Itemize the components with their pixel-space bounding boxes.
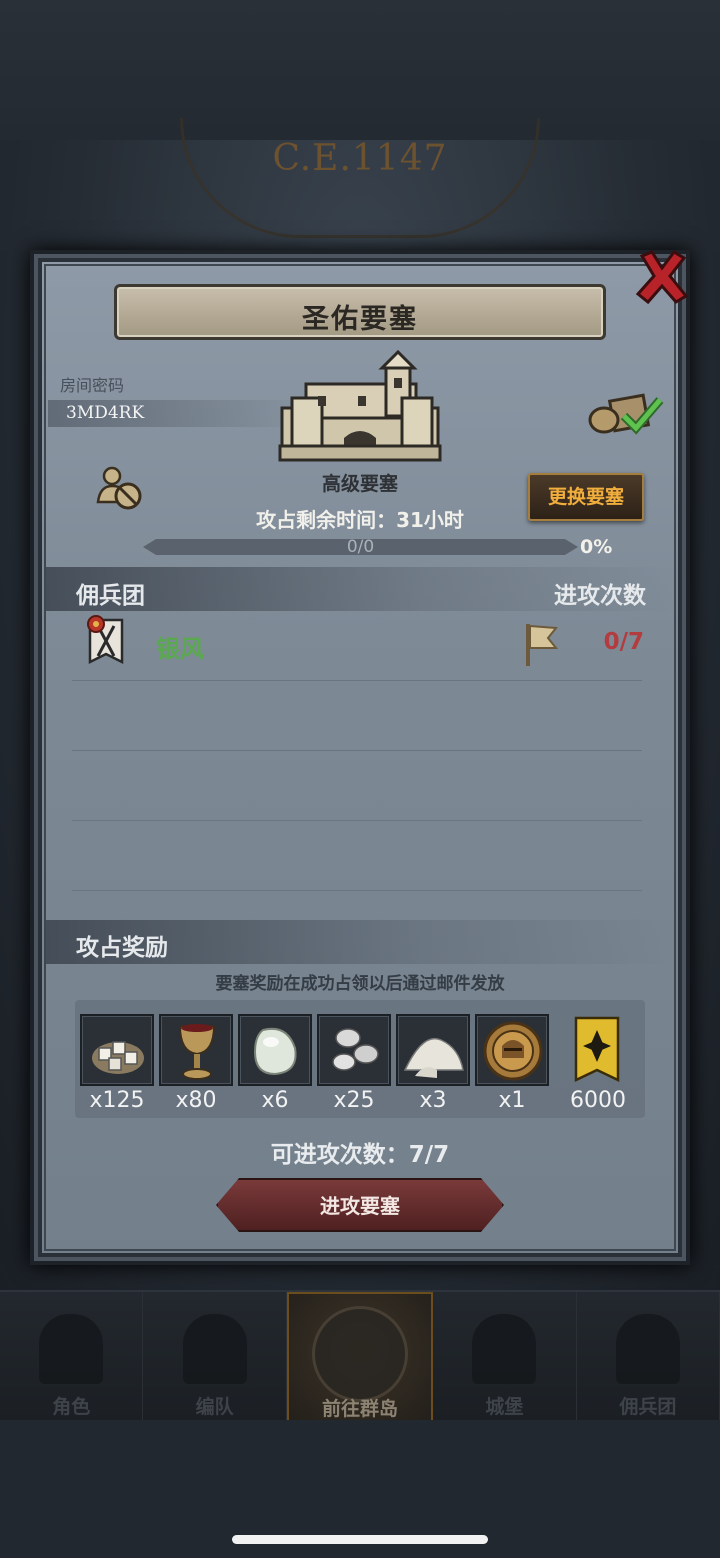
- reward-slot[interactable]: [475, 1014, 549, 1086]
- reward-qty: x80: [175, 1088, 217, 1113]
- reward-qty: x3: [419, 1088, 447, 1113]
- timer-label: 攻占剩余时间：: [256, 508, 397, 532]
- mercenary-name[interactable]: 银风: [156, 629, 204, 664]
- attack-fortress-label: 进攻要塞: [320, 1194, 400, 1218]
- attack-fortress-button[interactable]: 进攻要塞: [216, 1178, 504, 1232]
- remaining-attacks-label: 可进攻次数：: [270, 1142, 409, 1168]
- dialog-title: 圣佑要塞: [302, 304, 418, 335]
- remaining-attacks: 可进攻次数：7/7: [0, 1135, 720, 1169]
- formation-helmet-icon: [182, 1314, 247, 1384]
- sugar-cubes-icon: [92, 1041, 144, 1074]
- room-code-label: 房间密码: [60, 376, 125, 395]
- reward-qty: x25: [333, 1088, 375, 1113]
- nav-label: 城堡: [485, 1396, 524, 1418]
- home-indicator[interactable]: [232, 1535, 488, 1544]
- reward-slot[interactable]: [317, 1014, 391, 1086]
- reward-qty: x125: [89, 1088, 145, 1113]
- knight-icon: [39, 1314, 104, 1384]
- goblet-icon: [178, 1024, 216, 1080]
- reward-qty: x6: [261, 1088, 289, 1113]
- nav-label: 前往群岛: [322, 1398, 399, 1420]
- nav-item-islands[interactable]: 前往群岛: [286, 1292, 434, 1422]
- mercenary-banner-icon: [615, 1314, 680, 1384]
- reward-slot[interactable]: [572, 1016, 622, 1090]
- bottom-nav: 角色 编队 前往群岛 城堡 佣兵团: [0, 1290, 720, 1422]
- rewards-note: 要塞奖励在成功占领以后通过邮件发放: [215, 974, 505, 994]
- hide-member-icon[interactable]: [96, 466, 144, 512]
- fortress-castle-icon: [278, 349, 442, 462]
- supplies-checked-icon[interactable]: [584, 390, 664, 436]
- moonstone-icon: [253, 1027, 297, 1076]
- nav-label: 编队: [195, 1396, 234, 1418]
- list-divider: [72, 750, 642, 751]
- honor-banner-icon: [574, 1016, 620, 1082]
- mercenary-crest-icon: [87, 615, 124, 665]
- nav-label: 角色: [52, 1396, 91, 1418]
- nav-item-castle[interactable]: 城堡: [433, 1292, 577, 1422]
- rewards-header: 攻占奖励: [76, 935, 168, 961]
- nav-item-mercenary[interactable]: 佣兵团: [577, 1292, 720, 1422]
- change-fortress-label: 更换要塞: [547, 486, 624, 508]
- reward-slot[interactable]: [159, 1014, 233, 1086]
- close-icon[interactable]: [634, 248, 690, 306]
- salt-pile-icon: [403, 1037, 464, 1078]
- reward-qty: 6000: [570, 1088, 626, 1113]
- castle-icon: [472, 1314, 537, 1384]
- capture-progress-percent: 0%: [580, 536, 613, 558]
- silver-ore-icon: [332, 1028, 379, 1071]
- change-fortress-button[interactable]: 更换要塞: [528, 473, 644, 521]
- mercenary-header: 佣兵团: [76, 583, 145, 609]
- list-divider: [72, 820, 642, 821]
- title-plate: 圣佑要塞: [114, 284, 606, 340]
- nav-label: 佣兵团: [619, 1396, 677, 1418]
- mercenary-attack-count: 0/7: [603, 629, 644, 655]
- room-code[interactable]: 3MD4RK: [66, 403, 144, 423]
- reward-qty: x1: [498, 1088, 526, 1113]
- nav-item-formation[interactable]: 编队: [143, 1292, 287, 1422]
- timer-value: 31小时: [396, 508, 464, 532]
- remaining-attacks-value: 7/7: [408, 1142, 450, 1168]
- nav-item-character[interactable]: 角色: [0, 1292, 144, 1422]
- era-label: C.E.1147: [272, 138, 448, 179]
- attack-flag-icon: [526, 624, 559, 666]
- knight-helmet-medal-icon: [483, 1021, 543, 1081]
- list-divider: [72, 890, 642, 891]
- reward-slot[interactable]: [396, 1014, 470, 1086]
- compass-icon: [312, 1306, 409, 1402]
- reward-slot[interactable]: [80, 1014, 154, 1086]
- attack-count-header: 进攻次数: [554, 583, 646, 609]
- reward-slot[interactable]: [238, 1014, 312, 1086]
- capture-progress-text: 0/0: [346, 537, 375, 557]
- list-divider: [72, 680, 642, 681]
